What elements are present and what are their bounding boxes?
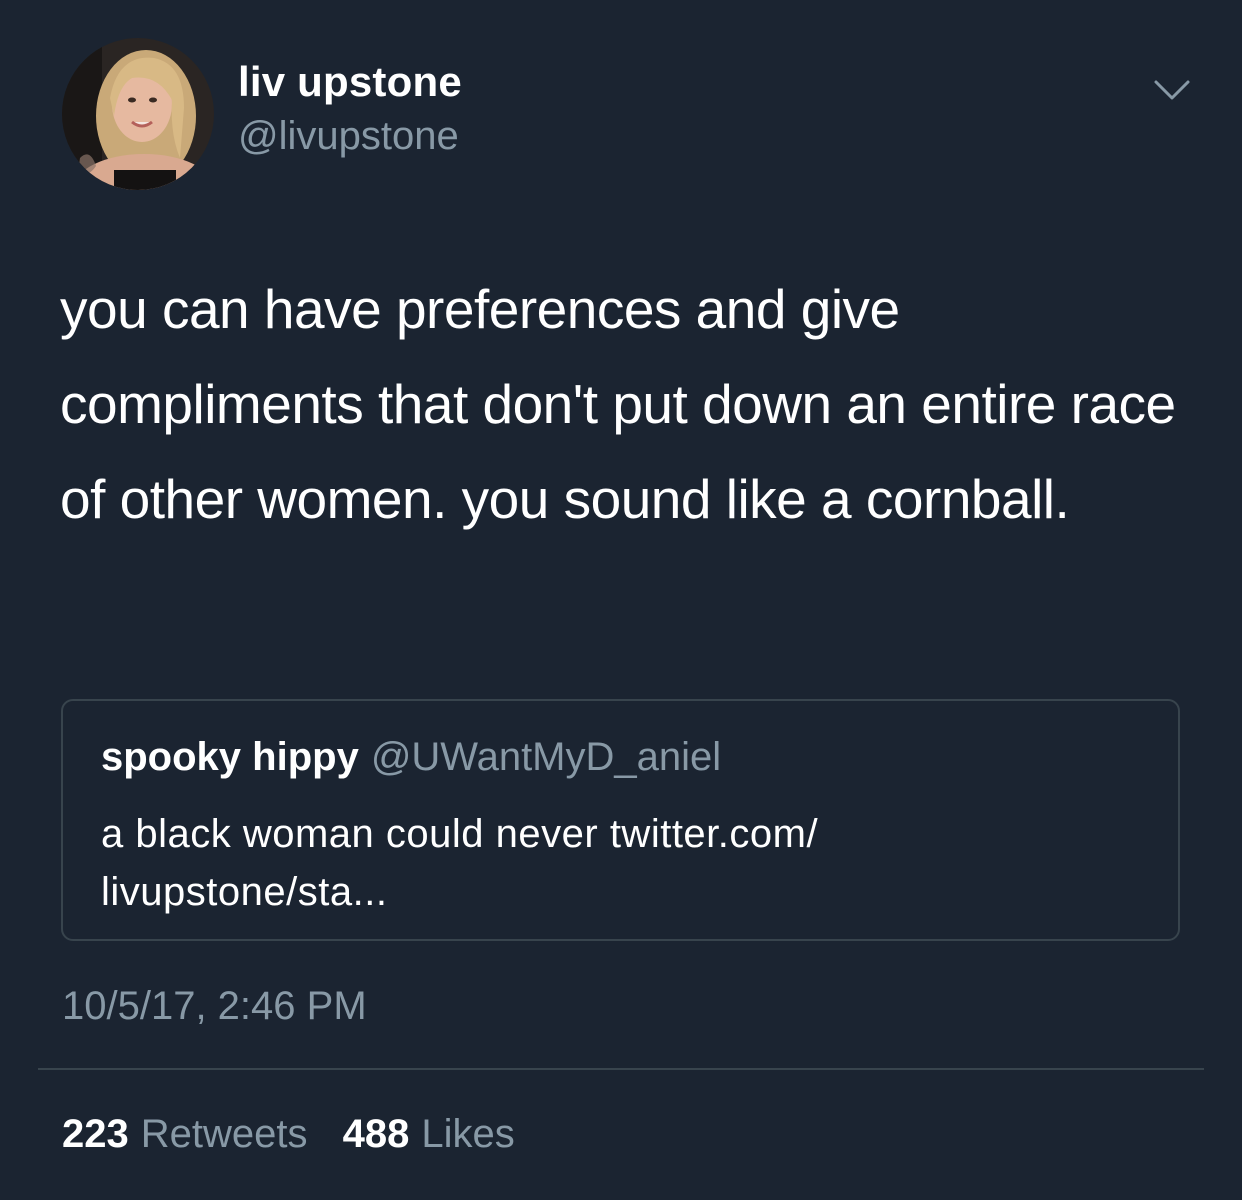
- quoted-tweet-text-line: a black woman could never twitter.com/: [101, 812, 819, 856]
- divider: [38, 1068, 1204, 1070]
- likes-stat[interactable]: 488 Likes: [343, 1112, 515, 1157]
- chevron-down-icon[interactable]: [1150, 72, 1194, 108]
- tweet-timestamp[interactable]: 10/5/17, 2:46 PM: [62, 984, 367, 1029]
- tweet-stats: 223 Retweets 488 Likes: [62, 1112, 539, 1157]
- quoted-tweet-card[interactable]: spooky hippy @UWantMyD_aniel a black woma…: [61, 699, 1180, 941]
- avatar[interactable]: [62, 38, 214, 190]
- quoted-tweet-display-name: spooky hippy: [101, 735, 359, 779]
- likes-count: 488: [342, 1112, 410, 1156]
- retweets-stat[interactable]: 223 Retweets: [62, 1112, 308, 1157]
- author-handle[interactable]: @livupstone: [238, 114, 459, 159]
- avatar-image: [62, 38, 214, 190]
- tweet-detail: liv upstone @livupstone you can have pre…: [0, 0, 1242, 1200]
- quoted-tweet-text: a black woman could never twitter.com/ l…: [101, 805, 1141, 921]
- author-display-name[interactable]: liv upstone: [238, 58, 462, 106]
- retweets-label: Retweets: [140, 1112, 308, 1156]
- likes-label: Likes: [421, 1112, 515, 1156]
- quoted-tweet-header: spooky hippy @UWantMyD_aniel: [101, 735, 721, 780]
- quoted-tweet-handle: @UWantMyD_aniel: [370, 735, 722, 779]
- quoted-tweet-text-line: livupstone/sta...: [101, 870, 388, 914]
- tweet-text: you can have preferences and give compli…: [60, 278, 1176, 530]
- retweets-count: 223: [62, 1112, 129, 1156]
